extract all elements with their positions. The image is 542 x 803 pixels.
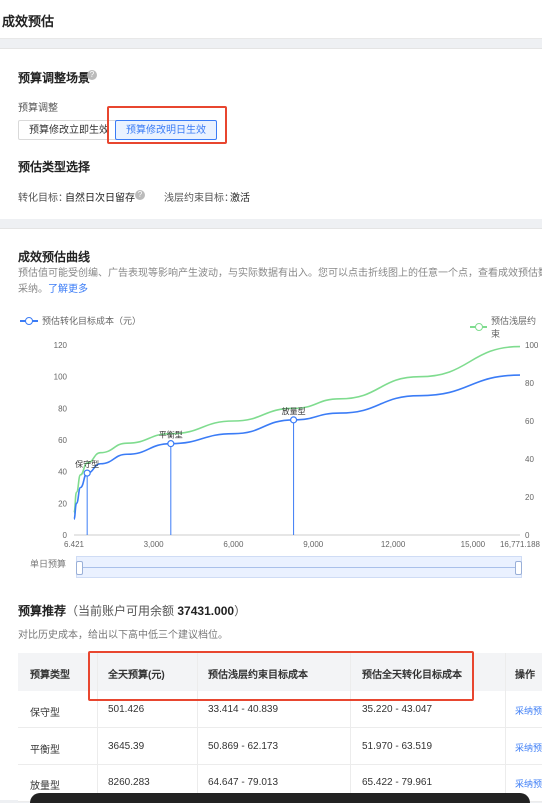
row-conv: 51.970 - 63.519 bbox=[362, 741, 433, 752]
curve-desc-line2: 采纳。了解更多 bbox=[18, 282, 88, 298]
y-left-tick-label: 100 bbox=[54, 373, 68, 382]
info-icon[interactable]: ? bbox=[135, 190, 145, 200]
row-budget: 3645.39 bbox=[108, 741, 145, 752]
adopt-link[interactable]: 采纳预 bbox=[515, 741, 542, 754]
row-budget: 501.426 bbox=[108, 704, 145, 715]
x-tick-label: 12,000 bbox=[381, 540, 406, 549]
col-action: 操作 bbox=[515, 670, 535, 681]
marker-point[interactable] bbox=[167, 440, 175, 448]
recommend-title: 预算推荐（当前账户可用余额 37431.000） bbox=[18, 602, 246, 619]
marker-point[interactable] bbox=[289, 416, 298, 424]
adjust-label: 预算调整 bbox=[18, 103, 58, 114]
option-immediate-button[interactable]: 预算修改立即生效 bbox=[18, 120, 120, 140]
page-title: 成效预估 bbox=[2, 14, 55, 29]
highlight-box bbox=[88, 651, 474, 701]
x-tick-label: 6,000 bbox=[223, 540, 244, 549]
row-shallow: 64.647 - 79.013 bbox=[208, 777, 279, 788]
row-conv: 65.422 - 79.961 bbox=[362, 777, 433, 788]
y-left-tick-label: 0 bbox=[63, 531, 68, 540]
legend-left[interactable]: 预估转化目标成本（元） bbox=[20, 314, 141, 327]
legend-green-swatch bbox=[470, 323, 487, 331]
x-tick-label: 15,000 bbox=[461, 540, 486, 549]
shallow-label: 浅层约束目标： bbox=[164, 193, 234, 204]
col-type: 预算类型 bbox=[30, 670, 70, 681]
series-line-shallow[interactable] bbox=[73, 345, 521, 514]
row-type: 平衡型 bbox=[30, 745, 60, 756]
column-divider bbox=[505, 653, 506, 799]
y-left-tick-label: 20 bbox=[58, 499, 67, 508]
row-type: 保守型 bbox=[30, 708, 60, 719]
x-tick-label: 6.421 bbox=[64, 540, 85, 549]
slider-label: 单日预算 bbox=[30, 559, 67, 569]
curve-desc-text: 采纳。 bbox=[18, 284, 48, 295]
conversion-value: 自然日次日留存 bbox=[65, 193, 135, 204]
curve-desc-line1: 预估值可能受创编、广告表现等影响产生波动，与实际数据有出入。您可以点击折线图上的… bbox=[18, 268, 542, 279]
recommend-subtitle: 对比历史成本，给出以下高中低三个建议档位。 bbox=[18, 630, 228, 641]
row-shallow: 33.414 - 40.839 bbox=[208, 704, 279, 715]
legend-blue-swatch bbox=[20, 316, 38, 325]
slider-left-handle[interactable] bbox=[76, 561, 83, 575]
x-tick-label: 9,000 bbox=[303, 540, 324, 549]
y-left-tick-label: 120 bbox=[54, 341, 68, 350]
curve-title: 成效预估曲线 bbox=[18, 250, 91, 264]
scene-panel: 预算调整场景 ? 预算调整 预算修改立即生效 预算修改明日生效 预估类型选择 转… bbox=[0, 48, 542, 219]
y-right-tick-label: 100 bbox=[525, 341, 539, 350]
highlight-box bbox=[107, 106, 227, 144]
row-conv: 35.220 - 43.047 bbox=[362, 704, 433, 715]
legend-left-label: 预估转化目标成本（元） bbox=[42, 316, 142, 326]
balance-text: （当前账户可用余额 bbox=[66, 604, 175, 618]
y-left-tick-label: 40 bbox=[58, 468, 67, 477]
row-type: 放量型 bbox=[30, 781, 60, 792]
recommend-title-text: 预算推荐 bbox=[18, 604, 67, 618]
slider-track bbox=[77, 567, 521, 568]
page-header: 成效预估 bbox=[0, 0, 542, 39]
y-right-tick-label: 40 bbox=[525, 455, 534, 464]
y-left-tick-label: 80 bbox=[58, 404, 67, 413]
slider-right-handle[interactable] bbox=[515, 561, 522, 575]
series-line-conversion[interactable] bbox=[73, 374, 521, 520]
y-left-tick-label: 60 bbox=[58, 436, 67, 445]
y-right-tick-label: 80 bbox=[525, 379, 534, 388]
marker-point[interactable] bbox=[83, 469, 91, 477]
y-right-tick-label: 20 bbox=[525, 493, 534, 502]
marker-label: 平衡型 bbox=[159, 430, 183, 440]
x-tick-label: 16,771.188 bbox=[500, 540, 541, 549]
scene-title: 预算调整场景 bbox=[18, 71, 91, 85]
balance-close: ） bbox=[234, 604, 247, 618]
adopt-link[interactable]: 采纳预 bbox=[515, 704, 542, 717]
estimate-chart[interactable]: 0 20 40 60 80 100 120 0 20 40 60 80 100 6.421 3,000 6,0… bbox=[0, 333, 542, 553]
conversion-label: 转化目标： bbox=[18, 193, 68, 204]
x-tick-label: 3,000 bbox=[144, 540, 165, 549]
learn-more-link[interactable]: 了解更多 bbox=[48, 284, 88, 295]
marker-label: 放量型 bbox=[282, 406, 306, 416]
bottom-overlay-bar bbox=[30, 793, 530, 803]
estimate-type-title: 预估类型选择 bbox=[18, 160, 91, 174]
shallow-value: 激活 bbox=[230, 193, 250, 204]
budget-range-slider[interactable] bbox=[76, 556, 522, 578]
y-right-tick-label: 60 bbox=[525, 417, 534, 426]
y-right-tick-label: 0 bbox=[525, 531, 530, 540]
row-budget: 8260.283 bbox=[108, 777, 150, 788]
marker-label: 保守型 bbox=[75, 459, 99, 469]
balance-value: 37431.000 bbox=[177, 604, 235, 618]
info-icon[interactable]: ? bbox=[87, 70, 97, 80]
row-shallow: 50.869 - 62.173 bbox=[208, 741, 279, 752]
adopt-link[interactable]: 采纳预 bbox=[515, 777, 542, 790]
